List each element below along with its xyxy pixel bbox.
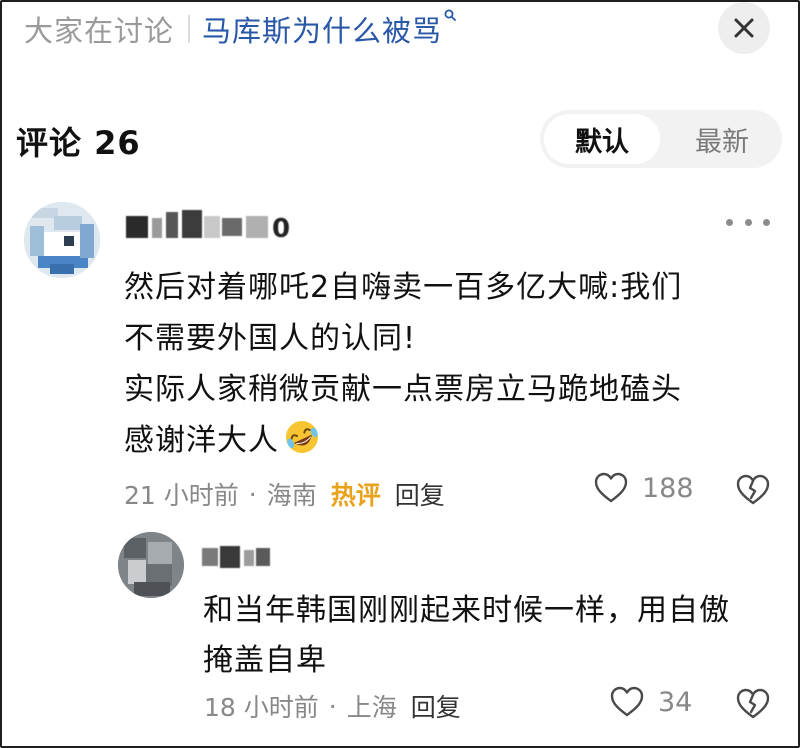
close-icon (734, 18, 754, 38)
reply-meta: 18 小时前 · 上海 回复 (204, 688, 461, 724)
divider (188, 15, 191, 43)
like-count: 188 (642, 472, 694, 504)
comment-location: 海南 (266, 481, 317, 510)
hot-comment-badge: 热评 (330, 481, 381, 510)
reply-body: 和当年韩国刚刚起来时候一样，用自傲 掩盖自卑 (203, 586, 763, 686)
reply-line: 掩盖自卑 (203, 643, 327, 678)
reply-button[interactable]: 回复 (395, 476, 445, 512)
comment-time: 21 小时前 (124, 481, 239, 510)
reply-button[interactable]: 回复 (411, 688, 461, 724)
reply-dislike-button[interactable] (736, 688, 770, 724)
meta-dot: · (248, 479, 257, 509)
comment-line: 实际人家稍微贡献一点票房立马跪地磕头 (124, 372, 682, 407)
reply-username[interactable] (202, 540, 274, 574)
close-button[interactable] (718, 2, 770, 54)
rofl-emoji-icon (286, 421, 318, 453)
meta-dot: · (328, 691, 337, 721)
avatar[interactable] (24, 202, 100, 278)
comment-line: 然后对着哪吒2自嗨卖一百多亿大喊:我们 (124, 270, 683, 305)
broken-heart-icon (736, 688, 770, 719)
more-options-icon[interactable] (726, 212, 770, 232)
heart-icon (610, 686, 644, 717)
reply-location: 上海 (346, 693, 397, 722)
search-icon[interactable] (444, 9, 456, 25)
reply-like-count: 34 (658, 686, 693, 718)
comment-line: 感谢洋大人 (124, 423, 279, 458)
sort-option-default[interactable]: 默认 (546, 110, 658, 168)
sort-toggle: 默认 最新 (540, 110, 782, 168)
reply-line: 和当年韩国刚刚起来时候一样，用自傲 (203, 593, 730, 628)
comments-count-title: 评论 26 (16, 124, 141, 162)
reply-like-button[interactable]: 34 (610, 686, 692, 718)
like-button[interactable]: 188 (594, 472, 694, 504)
comment-body: 然后对着哪吒2自嗨卖一百多亿大喊:我们 不需要外国人的认同! 实际人家稍微贡献一… (124, 262, 774, 466)
broken-heart-icon (736, 474, 770, 505)
dislike-button[interactable] (736, 474, 770, 510)
heart-icon (594, 472, 628, 503)
search-suggestion-bar: 大家在讨论 马库斯为什么被骂 (24, 6, 456, 52)
search-query-link[interactable]: 马库斯为什么被骂 (202, 8, 442, 50)
comment-username[interactable]: 0 (124, 206, 300, 246)
discussion-hint: 大家在讨论 (24, 14, 175, 48)
comment-line: 不需要外国人的认同! (124, 321, 417, 356)
reply-avatar[interactable] (118, 532, 184, 598)
username-visible-char: 0 (272, 214, 290, 244)
sort-option-latest[interactable]: 最新 (666, 110, 778, 168)
comment-meta: 21 小时前 · 海南 热评 回复 (124, 476, 445, 512)
reply-time: 18 小时前 (204, 693, 319, 722)
